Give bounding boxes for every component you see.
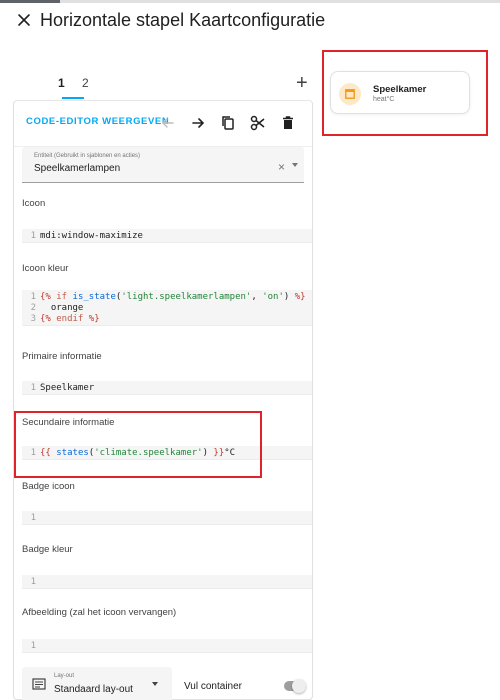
entity-value: Speelkamerlampen [34,163,121,174]
fill-container-toggle[interactable] [284,679,306,693]
line-number: 1 [30,383,36,393]
delete-icon[interactable] [278,113,298,133]
code-token: °C [224,448,236,458]
layout-select[interactable]: Lay-out Standaard lay-out [22,667,172,700]
entity-label: Entiteit (Gebruikt in sjablonen en actie… [34,153,141,159]
code-token: , [251,292,263,302]
code-text: Speelkamer [40,383,95,393]
copy-icon[interactable] [218,113,238,133]
icon-label: Icoon [22,198,46,209]
line-number: 2 [30,303,36,313]
window-maximize-icon [345,89,355,99]
tab-bar: 1 2 + [13,72,313,100]
line-number: 1 [30,231,36,241]
code-token: 'climate.speelkamer' [94,448,203,458]
chevron-down-icon[interactable] [292,163,298,167]
secondary-info-label: Secundaire informatie [22,417,115,428]
preview-secondary-info: heat°C [373,96,395,103]
line-number: 1 [30,641,36,651]
entity-picker[interactable]: Entiteit (Gebruikt in sjablonen en actie… [22,147,304,183]
icon-code-editor[interactable]: 1 mdi:window-maximize [22,229,312,243]
badge-color-code-editor[interactable]: 1 [22,575,312,589]
code-token: states [56,448,89,458]
dialog-title: Horizontale stapel Kaartconfiguratie [40,10,326,30]
code-token: %} [289,292,306,302]
code-token: is_state [72,292,116,302]
code-token: }} [208,448,225,458]
primary-info-label: Primaire informatie [22,351,102,362]
badge-icon-label: Badge icoon [22,481,75,492]
tab-active-indicator [62,97,84,99]
code-text: orange [40,303,84,313]
add-tab-button[interactable]: + [296,72,308,95]
code-token: {{ [40,448,57,458]
line-number: 3 [30,314,36,324]
editor-toolbar: CODE-EDITOR WEERGEVEN [14,101,312,147]
code-token: endif [50,314,89,324]
chevron-down-icon [152,682,158,686]
fill-container-label: Vul container [184,681,242,692]
cut-icon[interactable] [248,113,268,133]
tab-2[interactable]: 2 [82,76,89,90]
arrow-left-icon[interactable] [158,113,178,133]
primary-info-code-editor[interactable]: 1 Speelkamer [22,381,312,395]
preview-primary-info: Speelkamer [373,84,427,95]
layout-value: Standaard lay-out [54,684,133,695]
layout-label: Lay-out [54,673,75,679]
icon-color-label: Icoon kleur [22,263,69,274]
card-editor: CODE-EDITOR WEERGEVEN Entiteit (Gebruikt… [13,100,313,700]
image-label: Afbeelding (zal het icoon vervangen) [22,607,177,618]
icon-color-code-editor[interactable]: 1 {% if is_state('light.speelkamerlampen'… [22,290,312,326]
line-number: 1 [30,513,36,523]
code-token: {% [40,314,51,324]
layout-icon [32,678,46,690]
close-icon[interactable] [16,12,32,28]
arrow-right-icon[interactable] [188,113,208,133]
line-number: 1 [30,577,36,587]
preview-card[interactable]: Speelkamer heat°C [330,71,470,114]
dialog-header: Horizontale stapel Kaartconfiguratie [0,0,500,44]
show-code-editor-button[interactable]: CODE-EDITOR WEERGEVEN [26,116,169,127]
code-text: mdi:window-maximize [40,231,143,241]
code-token: %} [88,314,100,324]
secondary-info-code-editor[interactable]: 1{{ states('climate.speelkamer') }}°C [22,446,312,460]
line-number: 1 [30,448,36,458]
badge-icon-code-editor[interactable]: 1 [22,511,312,525]
clear-icon[interactable]: × [278,160,285,174]
code-token: {% [40,292,51,302]
image-code-editor[interactable]: 1 [22,639,312,653]
line-number: 1 [30,292,36,302]
code-token: if [50,292,73,302]
code-token: 'on' [262,292,284,302]
badge-color-label: Badge kleur [22,544,73,555]
code-token: 'light.speelkamerlampen' [121,292,252,302]
tab-1[interactable]: 1 [58,76,65,90]
